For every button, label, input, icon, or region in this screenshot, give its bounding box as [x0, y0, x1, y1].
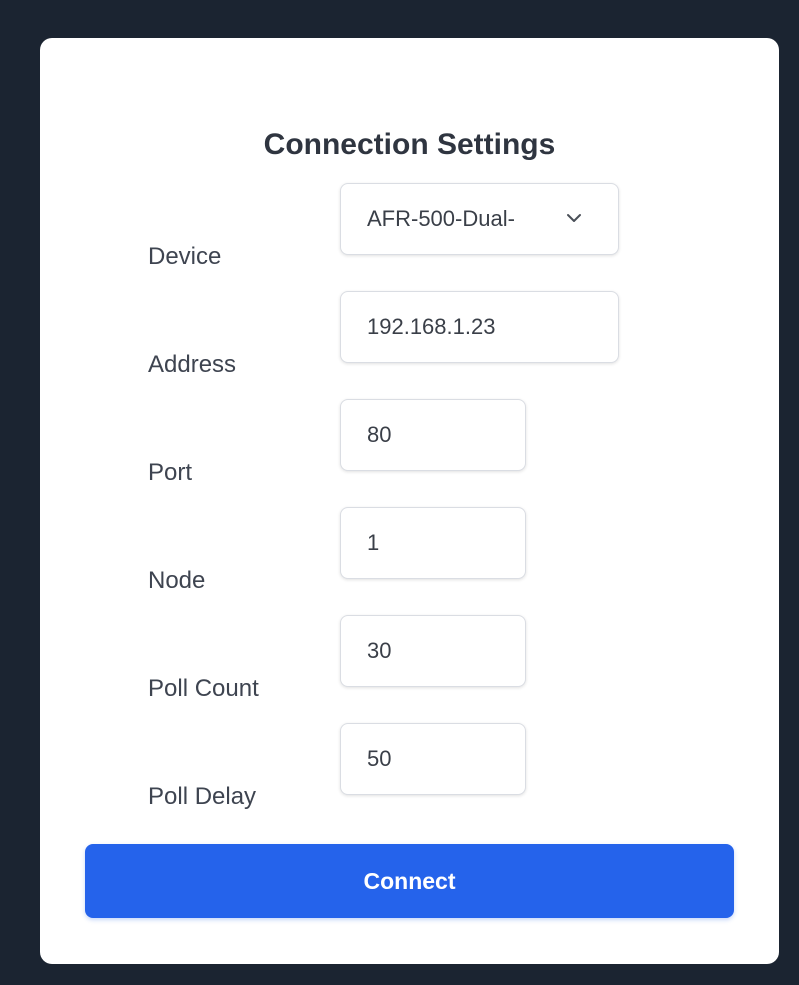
connection-settings-card: Connection Settings Device AFR-500-Dual-…: [40, 38, 779, 964]
poll-count-label: Poll Count: [148, 675, 259, 702]
poll-delay-label: Poll Delay: [148, 783, 257, 810]
port-label: Port: [148, 459, 193, 486]
poll-delay-field-wrapper: [340, 723, 526, 795]
poll-delay-input[interactable]: [367, 724, 525, 794]
connect-button[interactable]: Connect: [85, 844, 734, 918]
poll-count-input[interactable]: [367, 616, 525, 686]
node-label: Node: [148, 567, 206, 594]
address-field-wrapper: [340, 291, 619, 363]
port-field-wrapper: [340, 399, 526, 471]
address-input[interactable]: [367, 292, 618, 362]
node-input[interactable]: [367, 508, 525, 578]
device-select-value: AFR-500-Dual-: [367, 206, 515, 231]
device-select[interactable]: AFR-500-Dual-: [340, 183, 619, 255]
device-label: Device: [148, 243, 222, 270]
chevron-down-icon: [567, 214, 581, 222]
node-field-wrapper: [340, 507, 526, 579]
address-label: Address: [148, 351, 237, 378]
port-input[interactable]: [367, 400, 525, 470]
page-title: Connection Settings: [263, 128, 556, 161]
poll-count-field-wrapper: [340, 615, 526, 687]
